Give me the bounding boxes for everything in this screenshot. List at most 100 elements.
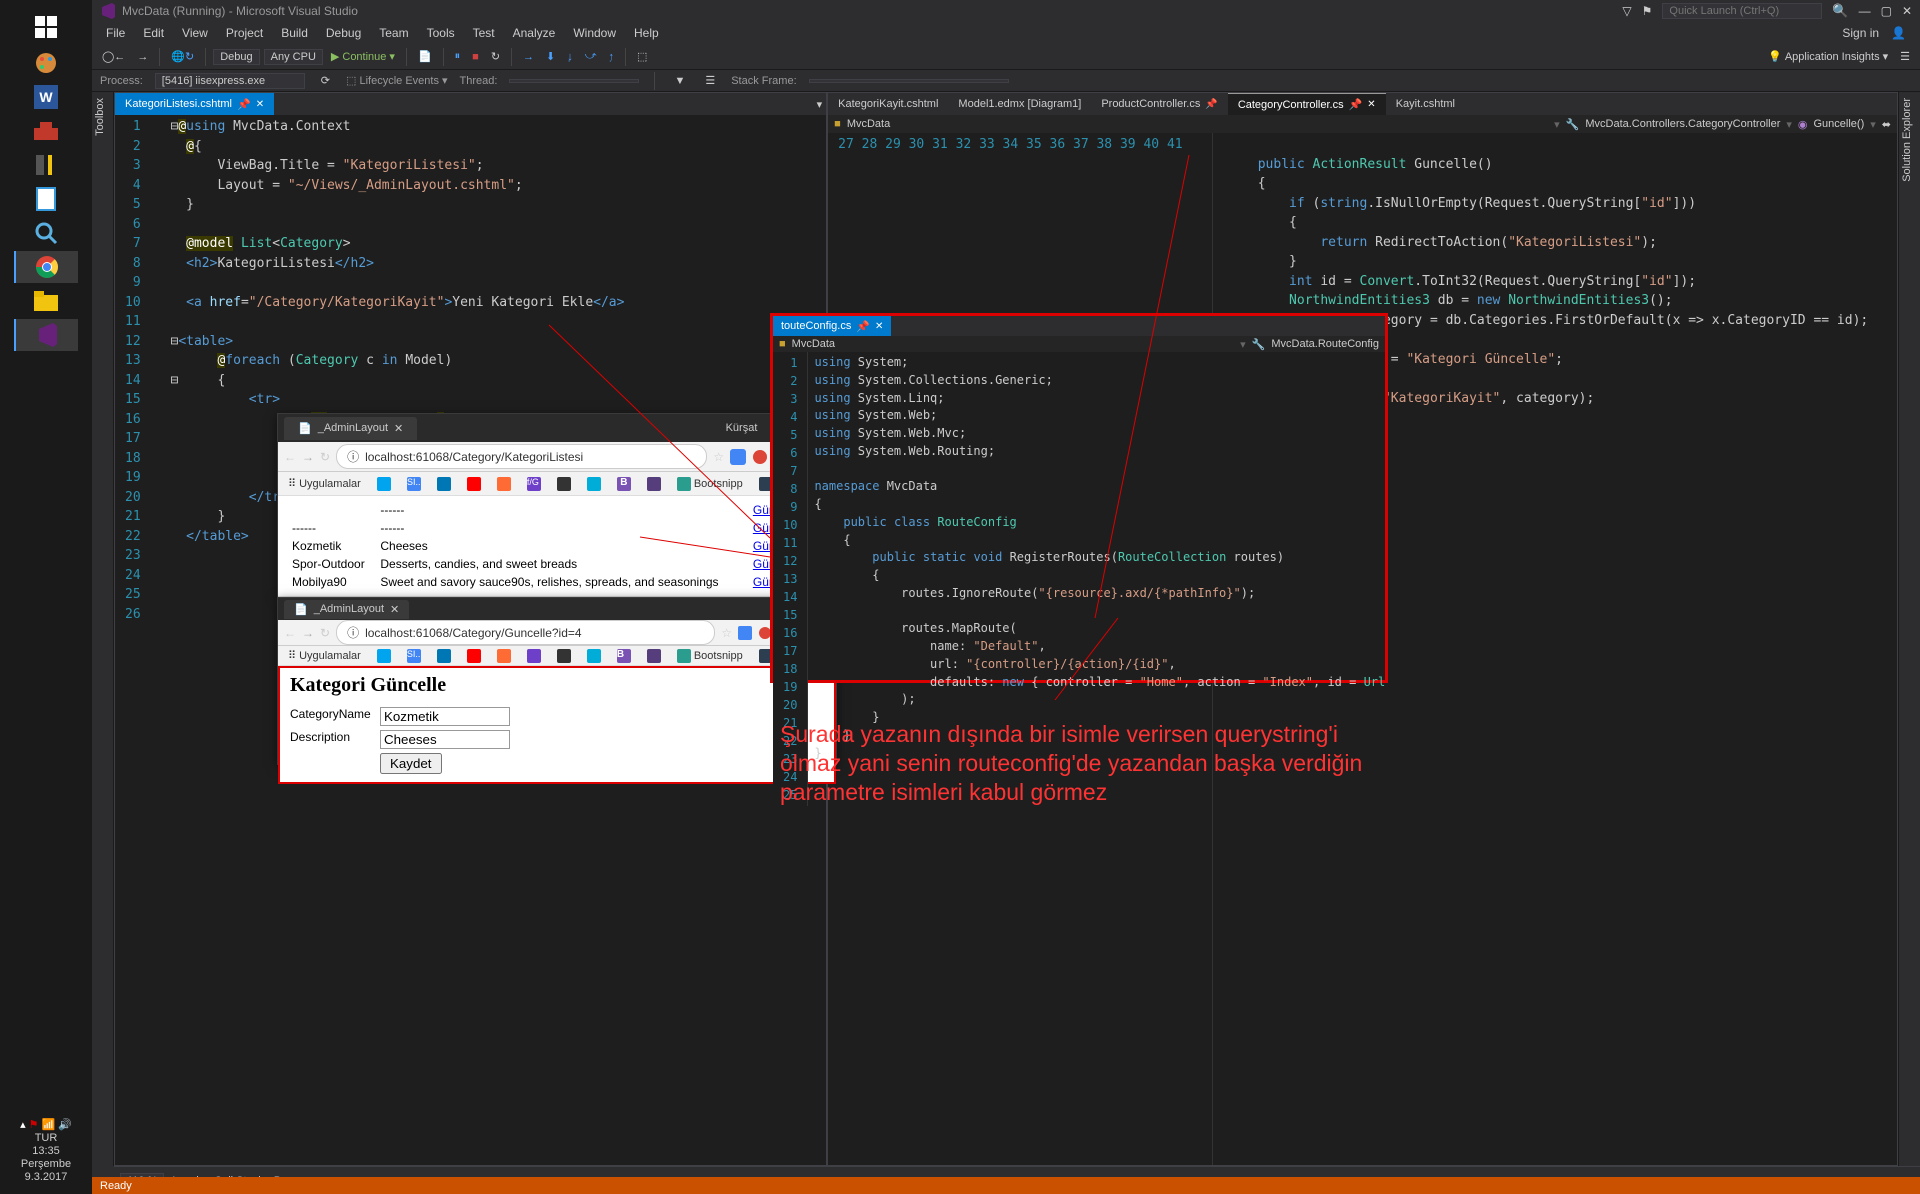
bm-bootsnipp[interactable]: Bootsnipp bbox=[673, 647, 747, 665]
bc-namespace[interactable]: MvcData.RouteConfig bbox=[1271, 338, 1379, 350]
bm-10[interactable] bbox=[643, 475, 665, 493]
filter-icon[interactable]: ▽ bbox=[1622, 4, 1631, 18]
tb-settings-icon[interactable]: ☰ bbox=[1896, 48, 1914, 65]
restart-icon[interactable]: ↻ bbox=[487, 48, 504, 65]
taskbar-lang[interactable]: TUR bbox=[20, 1132, 72, 1144]
menu-project[interactable]: Project bbox=[218, 24, 271, 42]
taskbar-chrome[interactable] bbox=[14, 251, 78, 283]
browser-tab[interactable]: 📄 _AdminLayout ✕ bbox=[284, 417, 417, 440]
pause-icon[interactable]: ⏸ bbox=[451, 48, 465, 65]
bc-method[interactable]: Guncelle() bbox=[1814, 118, 1865, 130]
taskbar-tools[interactable] bbox=[14, 149, 78, 181]
ext-icon-2[interactable] bbox=[752, 449, 768, 465]
bm-3[interactable] bbox=[433, 647, 455, 665]
url-bar[interactable]: ⓘ localhost:61068/Category/Guncelle?id=4 bbox=[336, 620, 715, 645]
step-icon-1[interactable]: → bbox=[519, 49, 538, 65]
taskbar-word[interactable]: W bbox=[14, 81, 78, 113]
bm-7[interactable] bbox=[553, 647, 575, 665]
lifecycle-label[interactable]: ⬚ Lifecycle Events ▾ bbox=[346, 74, 448, 87]
signin-avatar-icon[interactable]: 👤 bbox=[1891, 26, 1914, 40]
nav-fwd-icon[interactable]: → bbox=[302, 450, 314, 464]
tab-close-icon[interactable]: ✕ bbox=[256, 99, 264, 110]
quick-launch[interactable] bbox=[1662, 3, 1822, 19]
continue-button[interactable]: ▶ Continue ▾ bbox=[327, 48, 399, 65]
info-icon[interactable]: ⓘ bbox=[347, 448, 359, 465]
start-button[interactable] bbox=[14, 9, 78, 45]
tray-network-icon[interactable]: 📶 bbox=[42, 1118, 56, 1131]
taskbar-paint[interactable] bbox=[14, 47, 78, 79]
tab-close-icon[interactable]: ✕ bbox=[390, 603, 399, 616]
pin-icon[interactable]: 📌 bbox=[1349, 98, 1363, 111]
config-dropdown[interactable]: Debug bbox=[213, 49, 259, 65]
bm-1[interactable] bbox=[373, 475, 395, 493]
taskbar-notepad[interactable] bbox=[14, 183, 78, 215]
menu-debug[interactable]: Debug bbox=[318, 24, 369, 42]
menu-edit[interactable]: Edit bbox=[135, 24, 172, 42]
lifecycle-icon[interactable]: ⟳ bbox=[317, 72, 334, 89]
bm-10[interactable] bbox=[643, 647, 665, 665]
tab-model1[interactable]: Model1.edmx [Diagram1] bbox=[948, 93, 1091, 115]
app-insights[interactable]: 💡 Application Insights ▾ bbox=[1764, 48, 1892, 65]
platform-dropdown[interactable]: Any CPU bbox=[264, 49, 323, 65]
categoryname-input[interactable] bbox=[380, 707, 510, 726]
search-icon[interactable]: 🔍 bbox=[1832, 3, 1848, 19]
kaydet-button[interactable]: Kaydet bbox=[380, 753, 442, 774]
bm-8[interactable] bbox=[583, 647, 605, 665]
taskbar-vs[interactable] bbox=[14, 319, 78, 351]
bm-1[interactable] bbox=[373, 647, 395, 665]
menu-window[interactable]: Window bbox=[565, 24, 624, 42]
toolbox-tab[interactable]: Toolbox bbox=[92, 92, 108, 142]
nav-back-icon[interactable]: ← bbox=[284, 450, 296, 464]
pin-icon[interactable]: 📌 bbox=[1205, 99, 1217, 110]
bc-project[interactable]: MvcData bbox=[847, 118, 890, 130]
bm-4[interactable] bbox=[463, 647, 485, 665]
menu-file[interactable]: File bbox=[98, 24, 133, 42]
ext-icon-1[interactable] bbox=[738, 626, 752, 640]
tb-doc-icon[interactable]: ⬚ bbox=[633, 48, 651, 65]
step-icon-2[interactable]: ⬇ bbox=[542, 48, 559, 65]
browser-titlebar[interactable]: 📄 _AdminLayout ✕ bbox=[278, 598, 836, 620]
nav-fwd-icon[interactable]: → bbox=[302, 626, 314, 640]
tab-pin-icon[interactable]: 📌 bbox=[237, 98, 251, 111]
minimize-button[interactable]: — bbox=[1859, 4, 1871, 18]
reload-icon[interactable]: ↻ bbox=[320, 450, 330, 464]
tab-kategorikayit[interactable]: KategoriKayit.cshtml bbox=[828, 93, 948, 115]
bm-apps[interactable]: ⠿ Uygulamalar bbox=[284, 647, 365, 664]
bm-5[interactable] bbox=[493, 647, 515, 665]
bm-6[interactable] bbox=[523, 647, 545, 665]
step-into-icon[interactable]: ↓̣ bbox=[563, 49, 577, 65]
star-icon[interactable]: ☆ bbox=[721, 626, 732, 640]
description-input[interactable] bbox=[380, 730, 510, 749]
stackframe-dropdown[interactable] bbox=[809, 79, 1009, 83]
step-over-icon[interactable]: ⤻ bbox=[581, 48, 601, 65]
bm-bootsnipp[interactable]: Bootsnipp bbox=[673, 475, 747, 493]
reload-icon[interactable]: ↻ bbox=[320, 626, 330, 640]
process-dropdown[interactable]: [5416] iisexpress.exe bbox=[155, 73, 305, 89]
ext-icon-1[interactable] bbox=[730, 449, 746, 465]
tab-kayit[interactable]: Kayit.cshtml bbox=[1386, 93, 1465, 115]
flag-icon[interactable]: ⚑ bbox=[1642, 4, 1653, 18]
bm-3[interactable] bbox=[433, 475, 455, 493]
nav-back-icon[interactable]: ← bbox=[284, 626, 296, 640]
stop-icon[interactable]: ■ bbox=[468, 49, 483, 65]
stack-icon-2[interactable]: ☰ bbox=[701, 72, 719, 89]
menu-tools[interactable]: Tools bbox=[419, 24, 463, 42]
menu-analyze[interactable]: Analyze bbox=[505, 24, 564, 42]
bm-7[interactable] bbox=[553, 475, 575, 493]
bm-2[interactable]: SI.. bbox=[403, 475, 425, 493]
bm-apps[interactable]: ⠿ Uygulamalar bbox=[284, 475, 365, 492]
tab-category[interactable]: CategoryController.cs 📌 ✕ bbox=[1228, 93, 1386, 115]
tray-flag-icon[interactable]: ⚑ bbox=[29, 1118, 39, 1131]
menu-test[interactable]: Test bbox=[465, 24, 503, 42]
close-button[interactable]: ✕ bbox=[1902, 4, 1912, 18]
bm-2[interactable]: SI.. bbox=[403, 647, 425, 665]
bc-namespace[interactable]: MvcData.Controllers.CategoryController bbox=[1585, 118, 1780, 130]
taskbar-time[interactable]: 13:35 bbox=[20, 1145, 72, 1157]
stack-icon-1[interactable]: ▼ bbox=[670, 73, 689, 89]
tab-close-icon[interactable]: ✕ bbox=[394, 422, 403, 435]
tray-up-icon[interactable]: ▴ bbox=[20, 1118, 26, 1131]
bm-9[interactable]: B bbox=[613, 647, 635, 665]
menu-team[interactable]: Team bbox=[371, 24, 416, 42]
browser-tab[interactable]: 📄 _AdminLayout ✕ bbox=[284, 600, 409, 619]
maximize-button[interactable]: ▢ bbox=[1881, 4, 1892, 18]
